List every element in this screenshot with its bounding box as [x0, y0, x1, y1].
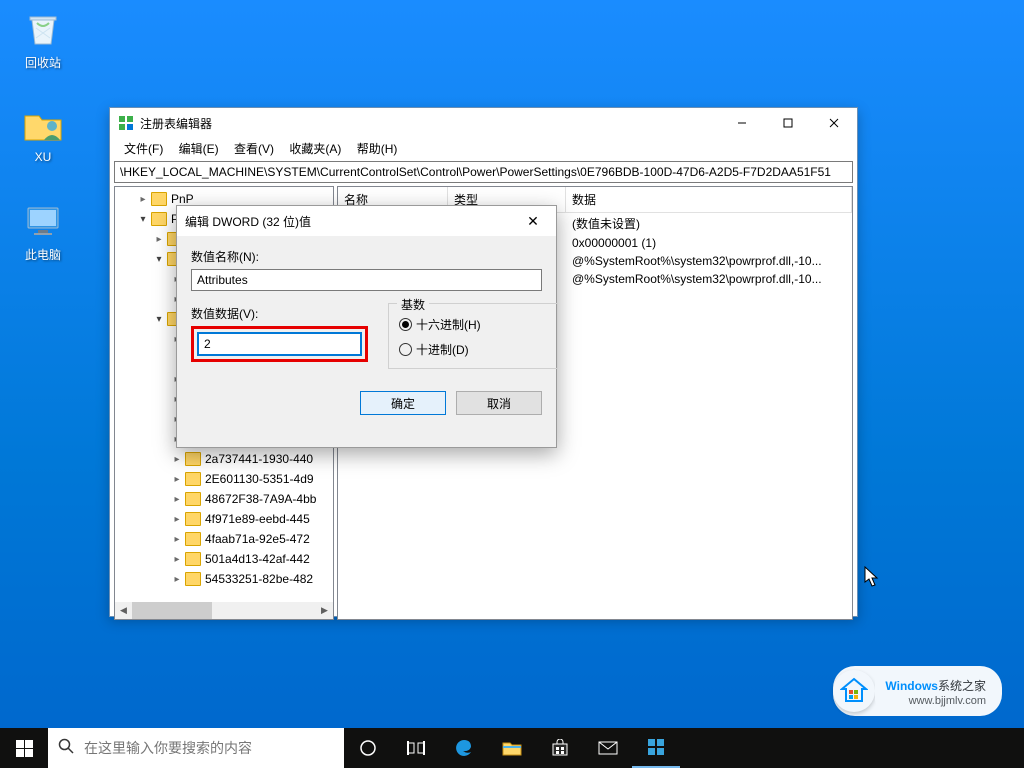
base-label: 基数 — [397, 296, 429, 313]
taskbar: 在这里输入你要搜索的内容 — [0, 728, 1024, 768]
highlight-box — [191, 326, 368, 362]
watermark-logo-icon — [833, 670, 875, 712]
menubar: 文件(F) 编辑(E) 查看(V) 收藏夹(A) 帮助(H) — [110, 138, 857, 161]
recycle-bin-icon — [22, 8, 64, 50]
tree-horizontal-scrollbar[interactable]: ◀ ▶ — [115, 602, 333, 619]
desktop-icon-label: XU — [6, 150, 80, 164]
radio-dec[interactable]: 十进制(D) — [399, 341, 547, 358]
desktop-icon-label: 此电脑 — [6, 246, 80, 263]
maximize-button[interactable] — [765, 108, 811, 138]
folder-user-icon — [22, 104, 64, 146]
regedit-icon — [118, 115, 134, 131]
dword-dialog-title: 编辑 DWORD (32 位)值 — [185, 213, 518, 230]
regedit-title: 注册表编辑器 — [140, 115, 719, 132]
mouse-cursor-icon — [864, 566, 880, 588]
desktop-icon-this-pc[interactable]: 此电脑 — [6, 200, 80, 263]
address-bar[interactable]: \HKEY_LOCAL_MACHINE\SYSTEM\CurrentContro… — [114, 161, 853, 183]
scroll-left-button[interactable]: ◀ — [115, 602, 132, 619]
menu-help[interactable]: 帮助(H) — [351, 139, 404, 159]
tree-item[interactable]: 2E601130-5351-4d9 — [119, 469, 333, 489]
desktop-icon-recycle-bin[interactable]: 回收站 — [6, 8, 80, 71]
value-name-label: 数值名称(N): — [191, 248, 542, 265]
search-icon — [58, 738, 74, 759]
desktop-icon-user-folder[interactable]: XU — [6, 104, 80, 164]
cancel-button[interactable]: 取消 — [456, 391, 542, 415]
watermark: Windows系统之家 www.bjjmlv.com — [833, 666, 1002, 716]
taskbar-regedit-icon[interactable] — [632, 728, 680, 768]
col-data[interactable]: 数据 — [566, 187, 852, 212]
scroll-right-button[interactable]: ▶ — [316, 602, 333, 619]
dword-dialog-titlebar[interactable]: 编辑 DWORD (32 位)值 ✕ — [177, 206, 556, 236]
ok-button[interactable]: 确定 — [360, 391, 446, 415]
radio-icon — [399, 343, 412, 356]
tree-item[interactable]: 54533251-82be-482 — [119, 569, 333, 589]
value-data-field[interactable] — [197, 332, 362, 356]
taskbar-search[interactable]: 在这里输入你要搜索的内容 — [48, 728, 344, 768]
tree-item[interactable]: 4faab71a-92e5-472 — [119, 529, 333, 549]
radio-icon — [399, 318, 412, 331]
this-pc-icon — [22, 200, 64, 242]
search-placeholder: 在这里输入你要搜索的内容 — [84, 738, 252, 758]
edit-dword-dialog: 编辑 DWORD (32 位)值 ✕ 数值名称(N): 数值数据(V): 基数 … — [176, 205, 557, 448]
tree-item[interactable]: 501a4d13-42af-442 — [119, 549, 333, 569]
close-icon[interactable]: ✕ — [518, 213, 548, 230]
taskbar-store-icon[interactable] — [536, 728, 584, 768]
menu-file[interactable]: 文件(F) — [118, 139, 169, 159]
tree-item[interactable]: 4f971e89-eebd-445 — [119, 509, 333, 529]
taskbar-edge-icon[interactable] — [440, 728, 488, 768]
value-data-label: 数值数据(V): — [191, 305, 368, 322]
tree-item[interactable]: 2a737441-1930-440 — [119, 449, 333, 469]
taskbar-cortana-icon[interactable] — [344, 728, 392, 768]
taskbar-explorer-icon[interactable] — [488, 728, 536, 768]
menu-edit[interactable]: 编辑(E) — [173, 139, 225, 159]
regedit-titlebar[interactable]: 注册表编辑器 — [110, 108, 857, 138]
close-button[interactable] — [811, 108, 857, 138]
radio-hex[interactable]: 十六进制(H) — [399, 316, 547, 333]
taskbar-mail-icon[interactable] — [584, 728, 632, 768]
base-groupbox: 基数 十六进制(H) 十进制(D) — [388, 303, 558, 369]
taskbar-taskview-icon[interactable] — [392, 728, 440, 768]
minimize-button[interactable] — [719, 108, 765, 138]
tree-item[interactable]: 48672F38-7A9A-4bb — [119, 489, 333, 509]
menu-view[interactable]: 查看(V) — [228, 139, 280, 159]
desktop-icon-label: 回收站 — [6, 54, 80, 71]
value-name-field[interactable] — [191, 269, 542, 291]
scroll-thumb[interactable] — [132, 602, 212, 619]
start-button[interactable] — [0, 728, 48, 768]
menu-favorites[interactable]: 收藏夹(A) — [283, 139, 347, 159]
